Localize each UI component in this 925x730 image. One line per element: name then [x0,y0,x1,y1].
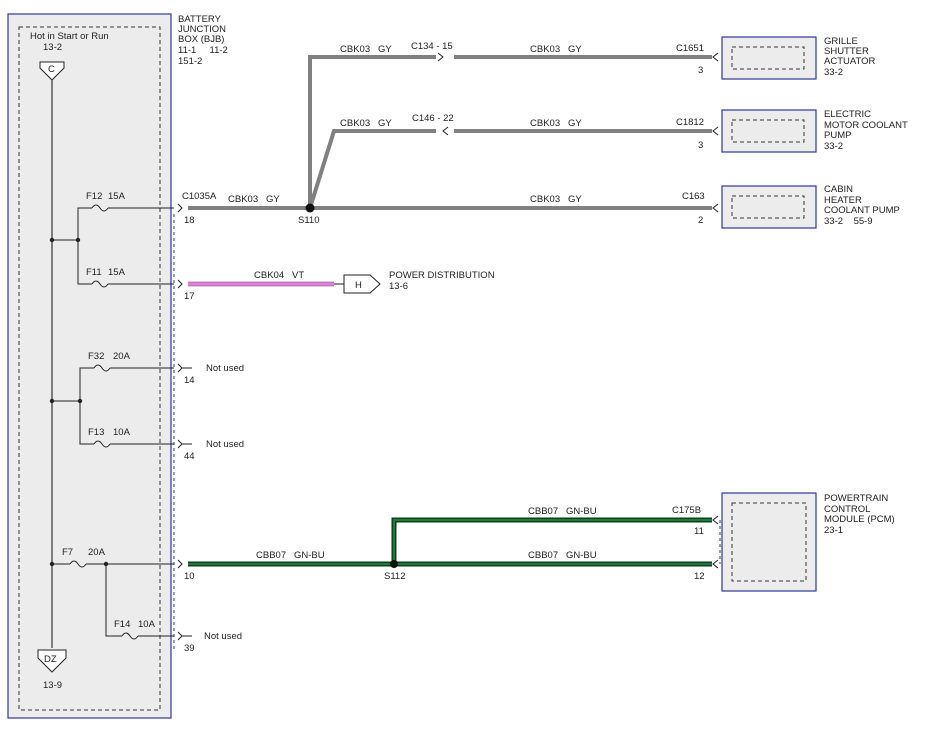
chp-l1: CABIN [824,184,853,195]
chp-pin: 2 [698,215,703,226]
pin-17: 17 [184,291,195,302]
ecp-ref: 33-2 [824,141,843,152]
connector-c-label: C [48,64,55,75]
pcm-pin-arrow-12 [712,559,719,569]
ecp-box [721,109,817,153]
bjb-outer-box [7,13,172,719]
pin-14: 14 [184,375,195,386]
bjb-refs-l1: 11-1 11-2 [178,45,228,56]
wiring-diagram: Hot in Start or Run 13-2 C DZ 13-9 F12 1… [7,13,908,719]
fuse-f7-rating: 20A [88,547,106,558]
fuse-f7-label: F7 [62,547,73,558]
chp-pin-arrow [712,203,719,213]
pin-44: 44 [184,451,195,462]
wire-label-gnbu-2: CBB07 GN-BU [528,506,597,517]
chp-box [721,185,817,229]
wire-label-gy-top-1: CBK03 GY [340,44,392,55]
wire-label-gnbu-1: CBB07 GN-BU [256,550,325,561]
pin-arrow-39 [177,631,183,641]
connector-c1035a: C1035A [182,191,217,202]
wire-label-gnbu-3: CBB07 GN-BU [528,550,597,561]
splice-s112-label: S112 [384,571,405,582]
pcm-pin-11: 11 [694,526,704,537]
not-used-14: Not used [206,363,244,374]
inline-connector-c146 [442,126,449,136]
power-distribution-ref: 13-6 [389,281,408,292]
not-used-44: Not used [206,439,244,450]
power-distribution-label: POWER DISTRIBUTION [389,270,495,281]
chp-l3: COOLANT PUMP [824,205,900,216]
fuse-f12-rating: 15A [108,191,126,202]
grille-ref: 33-2 [824,67,843,78]
pcm-l3: MODULE (PCM) [824,514,895,525]
bjb-refs-l2: 151-2 [178,56,202,67]
pin-arrow-14 [177,363,183,373]
grille-pin-arrow [712,52,719,62]
wire-cbk03-to-ecp [308,129,436,209]
fuse-f14-rating: 10A [138,619,156,630]
connector-h-shape [343,274,381,294]
pin-arrow-10 [177,559,183,569]
wire-label-gy-main-2: CBK03 GY [530,194,582,205]
pcm-pin-12: 12 [694,571,705,582]
splice-s110 [305,203,315,213]
hot-in-start-ref: 13-2 [43,42,62,53]
pin-18: 18 [184,215,195,226]
grille-actuator-box [721,36,817,80]
ecp-l1: ELECTRIC [824,109,871,120]
connector-c163-label: C163 [682,191,705,202]
ecp-l3: PUMP [824,130,851,141]
connector-c1812-label: C1812 [676,117,704,128]
pcm-pin-arrow-11 [712,515,719,525]
wire-label-gy-main-1: CBK03 GY [228,194,280,205]
pcm-ref: 23-1 [824,525,843,536]
pcm-l1: POWERTRAIN [824,493,888,504]
bottom-ref: 13-9 [43,680,62,691]
fuse-f14-label: F14 [114,619,130,630]
hot-in-start-label: Hot in Start or Run [30,31,109,42]
chp-ref: 33-2 55-9 [824,216,873,227]
inline-connector-c134 [437,52,444,62]
fuse-f32-rating: 20A [113,351,131,362]
wire-label-gy-mid-2: CBK03 GY [530,118,582,129]
splice-s110-label: S110 [298,215,319,226]
grille-pin: 3 [698,65,703,76]
fuse-f12-label: F12 [86,191,102,202]
fuse-f32-label: F32 [88,351,104,362]
wire-label-vt: CBK04 VT [254,270,304,281]
ecp-pin-arrow [712,126,719,136]
connector-c134-label: C134 - 15 [411,41,453,52]
connector-h-label: H [355,280,362,291]
connector-dz-label: DZ [44,654,57,665]
pin-arrow-44 [177,439,183,449]
pin-arrow-17 [177,279,183,289]
bjb-title-l3: BOX (BJB) [178,34,224,45]
fuse-f11-label: F11 [86,267,102,278]
wire-label-gy-mid-1: CBK03 GY [340,118,392,129]
connector-c146-label: C146 - 22 [412,113,454,124]
grille-l3: ACTUATOR [824,56,876,67]
wire-label-gy-top-2: CBK03 GY [530,44,582,55]
fuse-f11-rating: 15A [108,267,126,278]
connector-c175b-label: C175B [672,505,701,516]
connector-c1651-label: C1651 [676,43,704,54]
ecp-pin: 3 [698,140,703,151]
fuse-f13-label: F13 [88,427,104,438]
splice-s112 [390,560,398,568]
fuse-f13-rating: 10A [113,427,131,438]
pin-10: 10 [184,571,195,582]
not-used-39: Not used [204,631,242,642]
pin-arrow-18 [177,203,183,213]
pcm-box [721,492,817,592]
pin-39: 39 [184,643,195,654]
